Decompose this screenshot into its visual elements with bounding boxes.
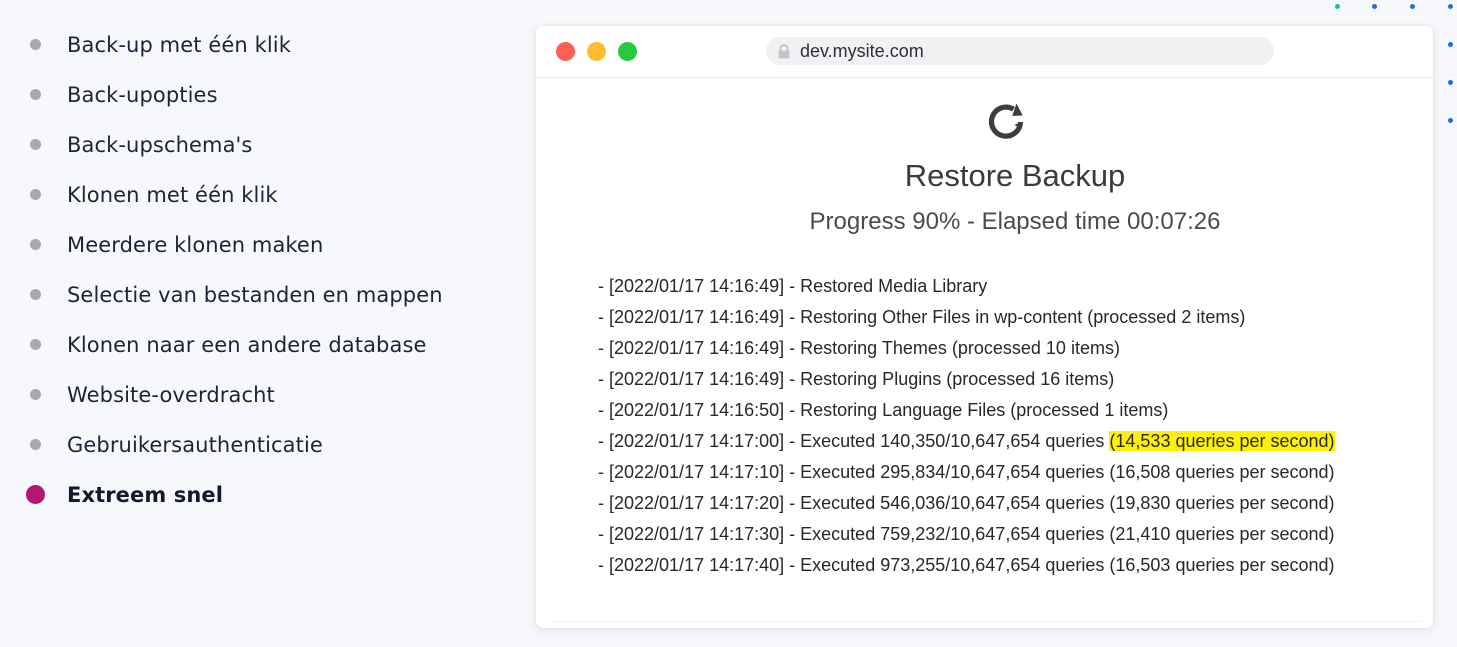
log-text: - [2022/01/17 14:17:10] - Executed 295,8…: [598, 462, 1335, 482]
browser-titlebar: dev.mysite.com: [536, 26, 1433, 78]
minimize-window-button[interactable]: [587, 42, 606, 61]
feature-item-extreem-snel[interactable]: Extreem snel: [0, 470, 500, 520]
decorative-dot: [1448, 4, 1453, 9]
restore-title: Restore Backup: [904, 158, 1126, 193]
log-text: - [2022/01/17 14:16:49] - Restoring Them…: [598, 338, 1120, 358]
bullet-icon: [30, 389, 41, 400]
log-text: - [2022/01/17 14:17:40] - Executed 973,2…: [598, 555, 1335, 575]
log-line: - [2022/01/17 14:16:49] - Restoring Them…: [598, 333, 1335, 364]
feature-item-back-upschemas[interactable]: Back-upschema's: [0, 120, 500, 170]
log-text: - [2022/01/17 14:17:30] - Executed 759,2…: [598, 524, 1335, 544]
feature-item-selectie-bestanden[interactable]: Selectie van bestanden en mappen: [0, 270, 500, 320]
active-bullet-icon: [26, 485, 45, 504]
feature-label: Back-up met één klik: [67, 33, 291, 57]
log-line: - [2022/01/17 14:17:10] - Executed 295,8…: [598, 457, 1335, 488]
bullet-icon: [30, 139, 41, 150]
decorative-dot: [1410, 4, 1415, 9]
refresh-icon: [988, 103, 1024, 139]
log-text: - [2022/01/17 14:17:00] - Executed 140,3…: [598, 431, 1110, 451]
log-text: - [2022/01/17 14:16:50] - Restoring Lang…: [598, 400, 1169, 420]
bullet-icon: [30, 39, 41, 50]
close-window-button[interactable]: [556, 42, 575, 61]
url-text: dev.mysite.com: [800, 41, 924, 61]
feature-item-website-overdracht[interactable]: Website-overdracht: [0, 370, 500, 420]
feature-label: Website-overdracht: [67, 383, 275, 407]
lock-icon: [778, 44, 790, 59]
feature-label: Meerdere klonen maken: [67, 233, 324, 257]
log-line: - [2022/01/17 14:16:49] - Restored Media…: [598, 271, 1335, 302]
log-text: - [2022/01/17 14:16:49] - Restored Media…: [598, 276, 988, 296]
feature-label: Selectie van bestanden en mappen: [67, 283, 443, 307]
feature-item-meerdere-klonen[interactable]: Meerdere klonen maken: [0, 220, 500, 270]
bullet-icon: [30, 89, 41, 100]
highlighted-rate: (14,533 queries per second): [1109, 431, 1335, 451]
bullet-icon: [30, 189, 41, 200]
log-line: - [2022/01/17 14:16:49] - Restoring Othe…: [598, 302, 1335, 333]
feature-label: Back-upschema's: [67, 133, 253, 157]
feature-item-gebruikersauthenticatie[interactable]: Gebruikersauthenticatie: [0, 420, 500, 470]
progress-status: Progress 90% - Elapsed time 00:07:26: [809, 208, 1221, 235]
log-line: - [2022/01/17 14:16:50] - Restoring Lang…: [598, 395, 1335, 426]
log-text: - [2022/01/17 14:17:20] - Executed 546,0…: [598, 493, 1335, 513]
feature-label: Gebruikersauthenticatie: [67, 433, 323, 457]
feature-list: Back-up met één klik Back-upopties Back-…: [0, 20, 500, 520]
feature-label: Back-upopties: [67, 83, 218, 107]
bullet-icon: [30, 339, 41, 350]
decorative-dot: [1372, 4, 1377, 9]
restore-panel: Restore Backup Progress 90% - Elapsed ti…: [536, 78, 1433, 628]
feature-label: Klonen met één klik: [67, 183, 278, 207]
decorative-dot: [1448, 80, 1453, 85]
log-line: - [2022/01/17 14:17:20] - Executed 546,0…: [598, 488, 1335, 519]
log-text: - [2022/01/17 14:16:49] - Restoring Plug…: [598, 369, 1115, 389]
log-text: - [2022/01/17 14:16:49] - Restoring Othe…: [598, 307, 1246, 327]
log-line: - [2022/01/17 14:17:00] - Executed 140,3…: [598, 426, 1335, 457]
decorative-dot: [1448, 42, 1453, 47]
bullet-icon: [30, 289, 41, 300]
feature-item-klonen-andere-database[interactable]: Klonen naar een andere database: [0, 320, 500, 370]
log-line: - [2022/01/17 14:17:30] - Executed 759,2…: [598, 519, 1335, 550]
log-line: - [2022/01/17 14:16:49] - Restoring Plug…: [598, 364, 1335, 395]
feature-item-klonen-een-klik[interactable]: Klonen met één klik: [0, 170, 500, 220]
feature-item-back-up-een-klik[interactable]: Back-up met één klik: [0, 20, 500, 70]
maximize-window-button[interactable]: [618, 42, 637, 61]
log-line: - [2022/01/17 14:17:40] - Executed 973,2…: [598, 550, 1335, 581]
feature-item-back-upopties[interactable]: Back-upopties: [0, 70, 500, 120]
bullet-icon: [30, 439, 41, 450]
browser-window: dev.mysite.com Restore Backup Progress 9…: [536, 26, 1433, 628]
bullet-icon: [30, 239, 41, 250]
feature-label-active: Extreem snel: [67, 483, 224, 507]
restore-log: - [2022/01/17 14:16:49] - Restored Media…: [598, 271, 1335, 581]
feature-label: Klonen naar een andere database: [67, 333, 427, 357]
divider: [548, 621, 1421, 622]
address-bar[interactable]: dev.mysite.com: [766, 37, 1274, 65]
decorative-dot: [1335, 4, 1340, 9]
decorative-dot: [1448, 118, 1453, 123]
